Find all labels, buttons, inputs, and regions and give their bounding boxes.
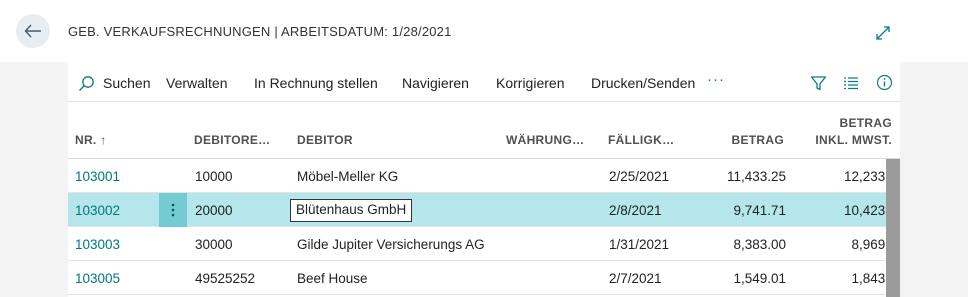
vertical-scrollbar[interactable] bbox=[886, 159, 900, 297]
due-date: 2/7/2021 bbox=[609, 271, 662, 286]
invoice-number-link[interactable]: 103003 bbox=[75, 237, 120, 252]
invoice-number-link[interactable]: 103001 bbox=[75, 169, 120, 184]
column-header-amount-incl-line1[interactable]: BETRAG bbox=[840, 116, 892, 130]
amount: 11,433.25 bbox=[726, 169, 786, 184]
table-row[interactable]: 103005 49525252 Beef House 2/7/2021 1,54… bbox=[68, 261, 900, 295]
column-header-amount[interactable]: BETRAG bbox=[732, 133, 784, 147]
manage-action[interactable]: Verwalten bbox=[166, 75, 227, 91]
correct-action[interactable]: Korrigieren bbox=[496, 75, 564, 91]
column-header-customer-no[interactable]: DEBITORE… bbox=[194, 133, 271, 147]
due-date: 1/31/2021 bbox=[609, 237, 670, 252]
column-header-no[interactable]: NR. ↑ bbox=[75, 133, 107, 147]
vertical-ellipsis-icon bbox=[171, 203, 175, 217]
navigate-action[interactable]: Navigieren bbox=[402, 75, 469, 91]
search-action[interactable]: Suchen bbox=[103, 75, 150, 91]
amount-incl-vat: 12,233.58 bbox=[843, 169, 894, 184]
table-row[interactable]: 103001 10000 Möbel-Meller KG 2/25/2021 1… bbox=[68, 159, 900, 193]
search-icon[interactable] bbox=[77, 74, 95, 92]
expand-icon bbox=[876, 26, 890, 40]
action-bar: Suchen Verwalten In Rechnung stellen Nav… bbox=[68, 62, 900, 102]
customer-name: Beef House bbox=[297, 271, 368, 286]
invoice-action[interactable]: In Rechnung stellen bbox=[254, 75, 378, 91]
table-row[interactable]: 103003 30000 Gilde Jupiter Versicherungs… bbox=[68, 227, 900, 261]
customer-number: 10000 bbox=[195, 169, 233, 184]
info-icon[interactable] bbox=[874, 72, 894, 92]
list-view-icon[interactable] bbox=[841, 73, 861, 93]
amount: 1,549.01 bbox=[733, 271, 786, 286]
arrow-left-icon bbox=[24, 24, 41, 38]
customer-number: 30000 bbox=[195, 237, 233, 252]
page-title: GEB. VERKAUFSRECHNUNGEN | ARBEITSDATUM: … bbox=[68, 24, 452, 39]
amount-incl-vat: 8,969.81 bbox=[851, 237, 894, 252]
table-header: NR. ↑ DEBITORE… DEBITOR WÄHRUNG… FÄLLIGK… bbox=[68, 102, 900, 159]
column-header-due-date[interactable]: FÄLLIGK… bbox=[608, 133, 674, 147]
column-header-currency[interactable]: WÄHRUNG… bbox=[506, 133, 584, 147]
amount: 9,741.71 bbox=[733, 203, 786, 218]
due-date: 2/8/2021 bbox=[609, 203, 662, 218]
print-send-action[interactable]: Drucken/Senden bbox=[591, 75, 695, 91]
more-actions-button[interactable]: ··· bbox=[707, 71, 725, 88]
customer-number: 20000 bbox=[195, 203, 233, 218]
due-date: 2/25/2021 bbox=[609, 169, 670, 184]
row-menu-button[interactable] bbox=[159, 193, 187, 227]
customer-number: 49525252 bbox=[195, 271, 256, 286]
invoice-number-link[interactable]: 103005 bbox=[75, 271, 120, 286]
amount-incl-vat: 10,423.63 bbox=[843, 203, 894, 218]
column-header-customer[interactable]: DEBITOR bbox=[297, 133, 353, 147]
column-header-amount-incl-line2[interactable]: INKL. MWST. bbox=[815, 133, 892, 147]
list-area: Suchen Verwalten In Rechnung stellen Nav… bbox=[0, 62, 968, 297]
back-button[interactable] bbox=[16, 14, 50, 48]
invoice-number-link[interactable]: 103002 bbox=[75, 203, 120, 218]
amount: 8,383.00 bbox=[733, 237, 786, 252]
amount-incl-vat: 1,843.32 bbox=[851, 271, 894, 286]
customer-name: Gilde Jupiter Versicherungs AG bbox=[297, 237, 485, 252]
expand-button[interactable] bbox=[872, 22, 894, 44]
customer-name: Möbel-Meller KG bbox=[297, 169, 399, 184]
list-panel: Suchen Verwalten In Rechnung stellen Nav… bbox=[68, 62, 900, 297]
filter-icon[interactable] bbox=[808, 73, 828, 93]
table-row-selected[interactable]: 103002 20000 Blütenhaus GmbH 2/8/2021 9,… bbox=[68, 193, 900, 227]
customer-name-field-focused[interactable]: Blütenhaus GmbH bbox=[290, 199, 413, 222]
page-header: GEB. VERKAUFSRECHNUNGEN | ARBEITSDATUM: … bbox=[0, 0, 968, 62]
